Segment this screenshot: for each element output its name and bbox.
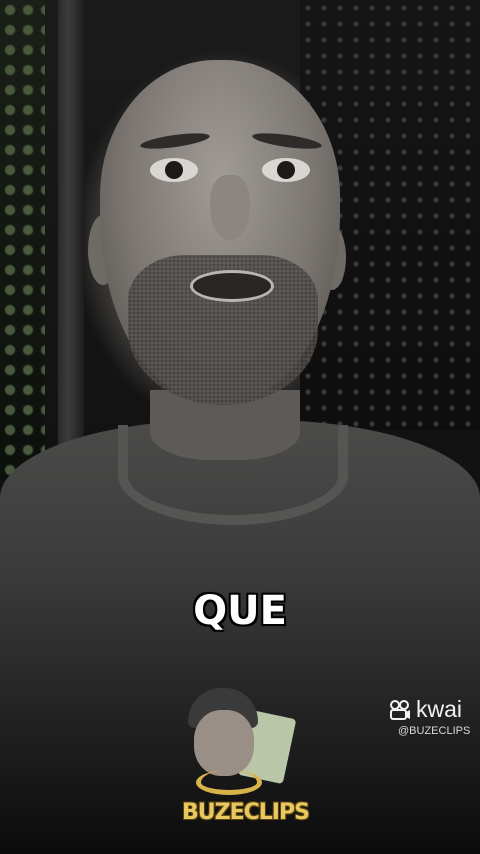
- kwai-wordmark: kwai: [416, 696, 463, 722]
- person-eye-left: [150, 158, 198, 182]
- background-plants: [0, 0, 45, 480]
- gold-chain-icon: [196, 770, 262, 795]
- mascot-icon: [194, 710, 254, 776]
- kwai-logo-icon: [390, 699, 410, 720]
- buzeclips-logo: BUZECLIPS: [182, 688, 310, 838]
- kwai-watermark: kwai: [388, 696, 462, 723]
- person-mouth: [190, 270, 274, 302]
- person-nose: [210, 175, 250, 240]
- person-eye-right: [262, 158, 310, 182]
- background-pole: [58, 0, 84, 460]
- brand-wordmark: BUZECLIPS: [182, 800, 310, 825]
- subtitle-caption: QUE: [193, 588, 287, 634]
- creator-handle: @BUZECLIPS: [398, 725, 471, 737]
